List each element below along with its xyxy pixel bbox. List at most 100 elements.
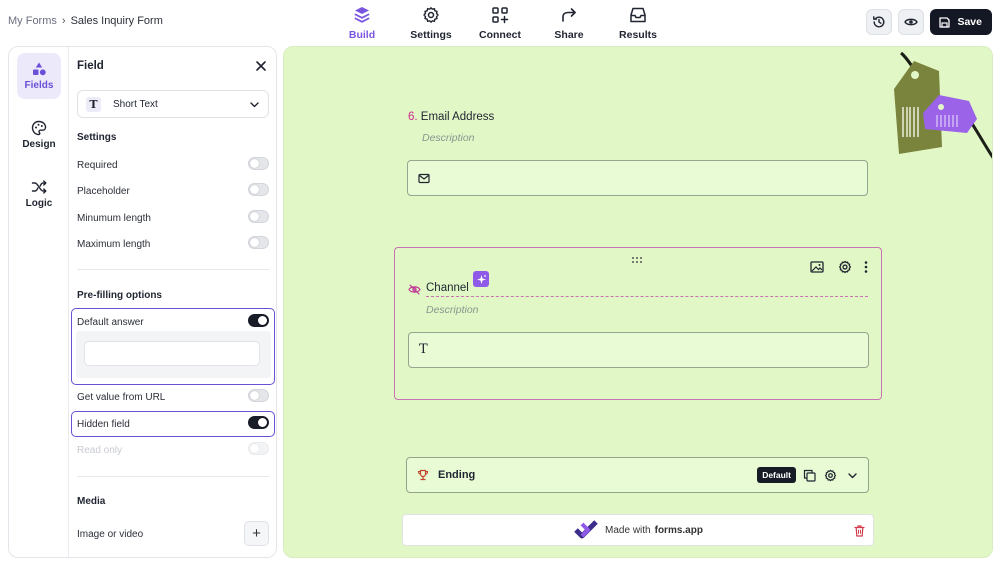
nav-connect-label: Connect: [479, 29, 521, 41]
setting-max-length: Maximum length: [77, 236, 269, 252]
add-media-button[interactable]: +: [244, 521, 269, 546]
close-icon: [256, 61, 266, 71]
price-tag-illustration: [894, 51, 992, 159]
settings-section-title: Settings: [77, 132, 117, 143]
palette-icon: [31, 120, 47, 136]
nav-results[interactable]: Results: [603, 6, 673, 41]
question-email-description[interactable]: Description: [422, 132, 475, 144]
breadcrumb-separator: ›: [61, 15, 66, 27]
question-title: Email Address: [420, 111, 495, 123]
default-answer-input[interactable]: [84, 341, 260, 366]
inbox-icon: [630, 7, 646, 23]
form-canvas: 6. Email Address Description Channel Des…: [283, 46, 993, 558]
trash-icon[interactable]: [854, 525, 865, 537]
breadcrumb-current-form: Sales Inquiry Form: [70, 15, 163, 27]
email-input-field[interactable]: [407, 160, 868, 196]
ai-sparkle-button[interactable]: [473, 271, 489, 287]
rail-fields-label: Fields: [24, 80, 54, 91]
setting-placeholder: Placeholder: [77, 183, 269, 199]
default-answer-toggle[interactable]: [248, 314, 269, 327]
sparkle-icon: [476, 274, 486, 284]
made-with-footer[interactable]: Made with forms.app: [402, 514, 874, 546]
top-actions: Save: [866, 9, 992, 35]
share-arrow-icon: [562, 8, 576, 22]
setting-hidden-field: Hidden field: [77, 416, 269, 432]
setting-hidden-field-label: Hidden field: [77, 418, 130, 430]
min-length-toggle[interactable]: [248, 210, 269, 223]
channel-question-description[interactable]: Description: [426, 304, 479, 316]
prefill-section-title: Pre-filling options: [77, 290, 162, 301]
made-with-brand: forms.app: [654, 524, 703, 536]
channel-text-input[interactable]: T: [408, 332, 869, 368]
question-email-title[interactable]: 6. Email Address: [408, 111, 494, 123]
chevron-down-icon: [250, 101, 259, 107]
setting-image-or-video-label: Image or video: [77, 528, 144, 540]
setting-default-answer-label: Default answer: [77, 316, 144, 328]
ending-label: Ending: [438, 469, 476, 481]
builder-side-panel: Fields Design Logic Field T Short Text S…: [8, 46, 277, 558]
rail-design[interactable]: Design: [17, 112, 61, 158]
divider: [77, 269, 269, 270]
gear-icon[interactable]: [824, 469, 837, 482]
nav-share[interactable]: Share: [534, 6, 604, 41]
placeholder-toggle[interactable]: [248, 183, 269, 196]
preview-button[interactable]: [898, 9, 925, 35]
field-type-select[interactable]: T Short Text: [77, 90, 269, 118]
selected-question-card[interactable]: Channel Description T: [394, 247, 882, 400]
default-answer-area: [76, 331, 271, 378]
title-underline: [426, 296, 868, 297]
setting-get-value-from-url-label: Get value from URL: [77, 391, 166, 403]
save-disk-icon: [939, 16, 951, 28]
layers-icon: [354, 7, 370, 23]
default-answer-block: Default answer: [71, 308, 275, 385]
setting-required: Required: [77, 157, 269, 173]
history-button[interactable]: [866, 9, 893, 35]
setting-min-length-label: Minumum length: [77, 212, 151, 224]
setting-required-label: Required: [77, 159, 118, 171]
more-vertical-icon[interactable]: [864, 261, 868, 273]
hidden-field-toggle[interactable]: [248, 416, 269, 429]
nav-connect[interactable]: Connect: [465, 6, 535, 41]
trophy-icon: [417, 469, 429, 481]
get-value-from-url-toggle[interactable]: [248, 389, 269, 402]
text-type-icon: T: [86, 96, 101, 112]
field-type-value: Short Text: [113, 98, 158, 110]
divider: [77, 476, 269, 477]
made-with-prefix: Made with: [605, 524, 651, 536]
setting-placeholder-label: Placeholder: [77, 185, 130, 197]
ending-card[interactable]: Ending Default: [406, 457, 869, 493]
save-button[interactable]: Save: [930, 9, 992, 35]
top-bar: My Forms › Sales Inquiry Form Build Sett…: [0, 0, 1000, 44]
breadcrumb-my-forms[interactable]: My Forms: [8, 15, 57, 27]
channel-question-title[interactable]: Channel: [426, 282, 469, 294]
mail-icon: [418, 173, 430, 184]
nav-share-label: Share: [554, 29, 584, 41]
shapes-icon: [33, 62, 46, 76]
duplicate-icon[interactable]: [803, 469, 816, 482]
save-button-label: Save: [957, 16, 982, 28]
field-panel-title: Field: [77, 60, 104, 72]
builder-rail: Fields Design Logic: [9, 47, 69, 557]
rail-fields[interactable]: Fields: [17, 53, 61, 99]
setting-read-only: Read only: [77, 442, 269, 458]
close-panel-button[interactable]: [255, 60, 267, 75]
connect-grid-icon: [492, 7, 509, 24]
drag-handle-icon[interactable]: [631, 256, 643, 264]
nav-build[interactable]: Build: [327, 6, 397, 41]
gear-icon[interactable]: [838, 260, 852, 274]
read-only-toggle: [248, 442, 269, 455]
setting-default-answer: Default answer: [77, 314, 269, 330]
setting-read-only-label: Read only: [77, 444, 123, 456]
rail-logic[interactable]: Logic: [17, 171, 61, 217]
nav-settings-label: Settings: [410, 29, 452, 41]
breadcrumb: My Forms › Sales Inquiry Form: [8, 15, 163, 27]
required-toggle[interactable]: [248, 157, 269, 170]
image-icon[interactable]: [810, 261, 824, 273]
hidden-eye-off-icon: [408, 284, 421, 295]
chevron-down-icon[interactable]: [847, 470, 858, 481]
setting-get-value-from-url: Get value from URL: [77, 389, 269, 405]
media-section-title: Media: [77, 496, 106, 507]
max-length-toggle[interactable]: [248, 236, 269, 249]
nav-settings[interactable]: Settings: [396, 6, 466, 41]
hidden-field-block: Hidden field: [71, 411, 275, 437]
